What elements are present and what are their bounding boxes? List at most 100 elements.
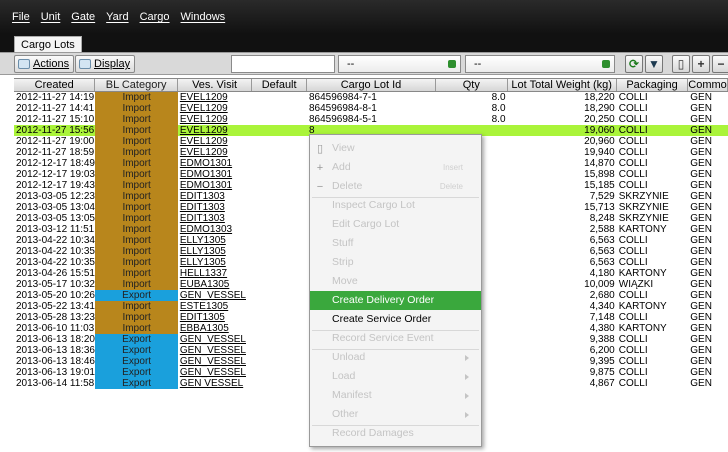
context-menu-label: Other xyxy=(332,408,359,420)
table-cell: 2013-06-10 11:03 xyxy=(16,323,95,334)
context-menu-item-delete[interactable]: − Delete Delete xyxy=(310,177,481,196)
view-icon: ▯ xyxy=(316,143,324,155)
display-icon xyxy=(79,59,91,69)
table-cell: GEN xyxy=(690,147,712,158)
column-header[interactable]: Default xyxy=(252,79,307,91)
table-cell: COLLI xyxy=(618,158,648,169)
menu-file[interactable]: File xyxy=(12,11,30,23)
context-menu-label: Move xyxy=(332,275,358,287)
context-menu-item-record-damages[interactable]: Record Damages xyxy=(310,424,481,443)
table-cell: GEN VESSEL xyxy=(179,378,244,389)
menu-yard[interactable]: Yard xyxy=(106,11,128,23)
table-cell: Import xyxy=(95,257,178,268)
context-menu-item-view[interactable]: ▯ View xyxy=(310,139,481,158)
table-cell: 2013-05-17 10:32 xyxy=(16,279,95,290)
table-cell xyxy=(252,246,307,257)
filter-select-1[interactable]: -- xyxy=(338,55,461,73)
table-cell xyxy=(252,356,307,367)
table-cell: COLLI xyxy=(618,334,648,345)
column-header[interactable]: Cargo Lot Id xyxy=(307,79,437,91)
table-cell: 2013-06-13 19:01 xyxy=(16,367,95,378)
table-cell: SKRZYNIE xyxy=(618,202,669,213)
display-button[interactable]: Display xyxy=(75,55,136,73)
context-menu: ▯ View + Add Insert − Delete Delete Inspect Carg… xyxy=(309,134,482,447)
context-menu-item-add[interactable]: + Add Insert xyxy=(310,158,481,177)
column-header[interactable]: BL Category xyxy=(95,79,178,91)
context-menu-item-strip[interactable]: Strip xyxy=(310,253,481,272)
table-cell: 2013-04-22 10:35 xyxy=(16,257,95,268)
context-menu-item-record-service-event[interactable]: Record Service Event xyxy=(310,329,481,348)
search-input[interactable] xyxy=(231,55,335,73)
table-cell: GEN xyxy=(690,268,712,279)
menu-gate[interactable]: Gate xyxy=(71,11,95,23)
table-cell: Import xyxy=(95,202,178,213)
context-menu-item-inspect-cargo-lot[interactable]: Inspect Cargo Lot xyxy=(310,196,481,215)
table-cell xyxy=(252,213,307,224)
table-cell: GEN xyxy=(690,367,712,378)
context-menu-item-other[interactable]: Other xyxy=(310,405,481,424)
context-menu-label: Edit Cargo Lot xyxy=(332,218,400,230)
add-icon[interactable]: + xyxy=(692,55,710,73)
remove-icon[interactable]: − xyxy=(712,55,728,73)
table-row[interactable]: 2012-11-27 14:41 Import EVEL1209 864596984-… xyxy=(14,103,728,114)
table-cell: 15,185 xyxy=(584,180,615,191)
context-menu-item-edit-cargo-lot[interactable]: Edit Cargo Lot xyxy=(310,215,481,234)
context-menu-label: Unload xyxy=(332,351,366,363)
minus-icon: − xyxy=(316,181,324,193)
submenu-arrow-icon xyxy=(465,412,469,418)
actions-button[interactable]: Actions xyxy=(14,55,75,73)
table-cell: SKRZYNIE xyxy=(618,191,669,202)
context-menu-item-create-service-order[interactable]: Create Service Order xyxy=(310,310,481,329)
context-menu-item-load[interactable]: Load xyxy=(310,367,481,386)
column-header[interactable]: Created xyxy=(14,79,96,91)
table-cell: 10,009 xyxy=(584,279,615,290)
table-cell: 2013-04-22 10:35 xyxy=(16,246,95,257)
table-cell: 864596984-8-1 xyxy=(308,103,377,114)
column-header[interactable]: Packaging xyxy=(617,79,689,91)
table-cell: GEN xyxy=(690,323,712,334)
shortcut-label: Delete xyxy=(439,182,463,191)
menu-windows[interactable]: Windows xyxy=(181,11,226,23)
submenu-arrow-icon xyxy=(465,374,469,380)
context-menu-item-unload[interactable]: Unload xyxy=(310,348,481,367)
refresh-icon[interactable]: ⟳ xyxy=(625,55,643,73)
column-header[interactable]: Lot Total Weight (kg) xyxy=(508,79,617,91)
table-row[interactable]: 2012-11-27 15:10 Import EVEL1209 864596984-… xyxy=(14,114,728,125)
table-cell xyxy=(252,125,307,136)
table-cell xyxy=(252,378,307,389)
table-cell: 7,529 xyxy=(589,191,615,202)
menu-cargo[interactable]: Cargo xyxy=(140,11,170,23)
table-cell: 2012-11-27 18:59 xyxy=(16,147,95,158)
table-cell xyxy=(252,202,307,213)
table-cell: 8,248 xyxy=(589,213,615,224)
column-header[interactable]: Qty xyxy=(436,79,508,91)
filter-select-2[interactable]: -- xyxy=(465,55,615,73)
column-header[interactable]: Commodity xyxy=(688,79,728,91)
table-cell xyxy=(252,158,307,169)
context-menu-item-manifest[interactable]: Manifest xyxy=(310,386,481,405)
context-menu-item-create-delivery-order[interactable]: Create Delivery Order xyxy=(310,291,481,310)
table-cell: EVEL1209 xyxy=(179,92,228,103)
table-row[interactable]: 2012-11-27 14:19 Import EVEL1209 864596984-… xyxy=(14,92,728,103)
column-header[interactable]: Ves. Visit xyxy=(178,79,253,91)
table-cell: 6,563 xyxy=(589,246,615,257)
table-cell: EDMO1301 xyxy=(179,158,233,169)
table-cell: 4,867 xyxy=(589,378,615,389)
blank-icon[interactable]: ▯ xyxy=(672,55,690,73)
table-cell: 9,395 xyxy=(589,356,615,367)
table-cell: GEN xyxy=(690,290,712,301)
table-cell: HELL1337 xyxy=(179,268,228,279)
table-cell: 6,563 xyxy=(589,235,615,246)
filter-icon[interactable]: ▼ xyxy=(645,55,663,73)
context-menu-item-stuff[interactable]: Stuff xyxy=(310,234,481,253)
context-menu-item-move[interactable]: Move xyxy=(310,272,481,291)
menu-unit[interactable]: Unit xyxy=(41,11,61,23)
table-cell: 2012-11-27 19:00 xyxy=(16,136,95,147)
table-cell xyxy=(252,114,307,125)
table-cell: 4,180 xyxy=(589,268,615,279)
table-cell: Import xyxy=(95,92,178,103)
table-cell: 6,563 xyxy=(589,257,615,268)
context-menu-label: Delete xyxy=(332,180,363,192)
table-cell: WIĄZKI xyxy=(618,279,654,290)
table-cell: COLLI xyxy=(618,92,648,103)
